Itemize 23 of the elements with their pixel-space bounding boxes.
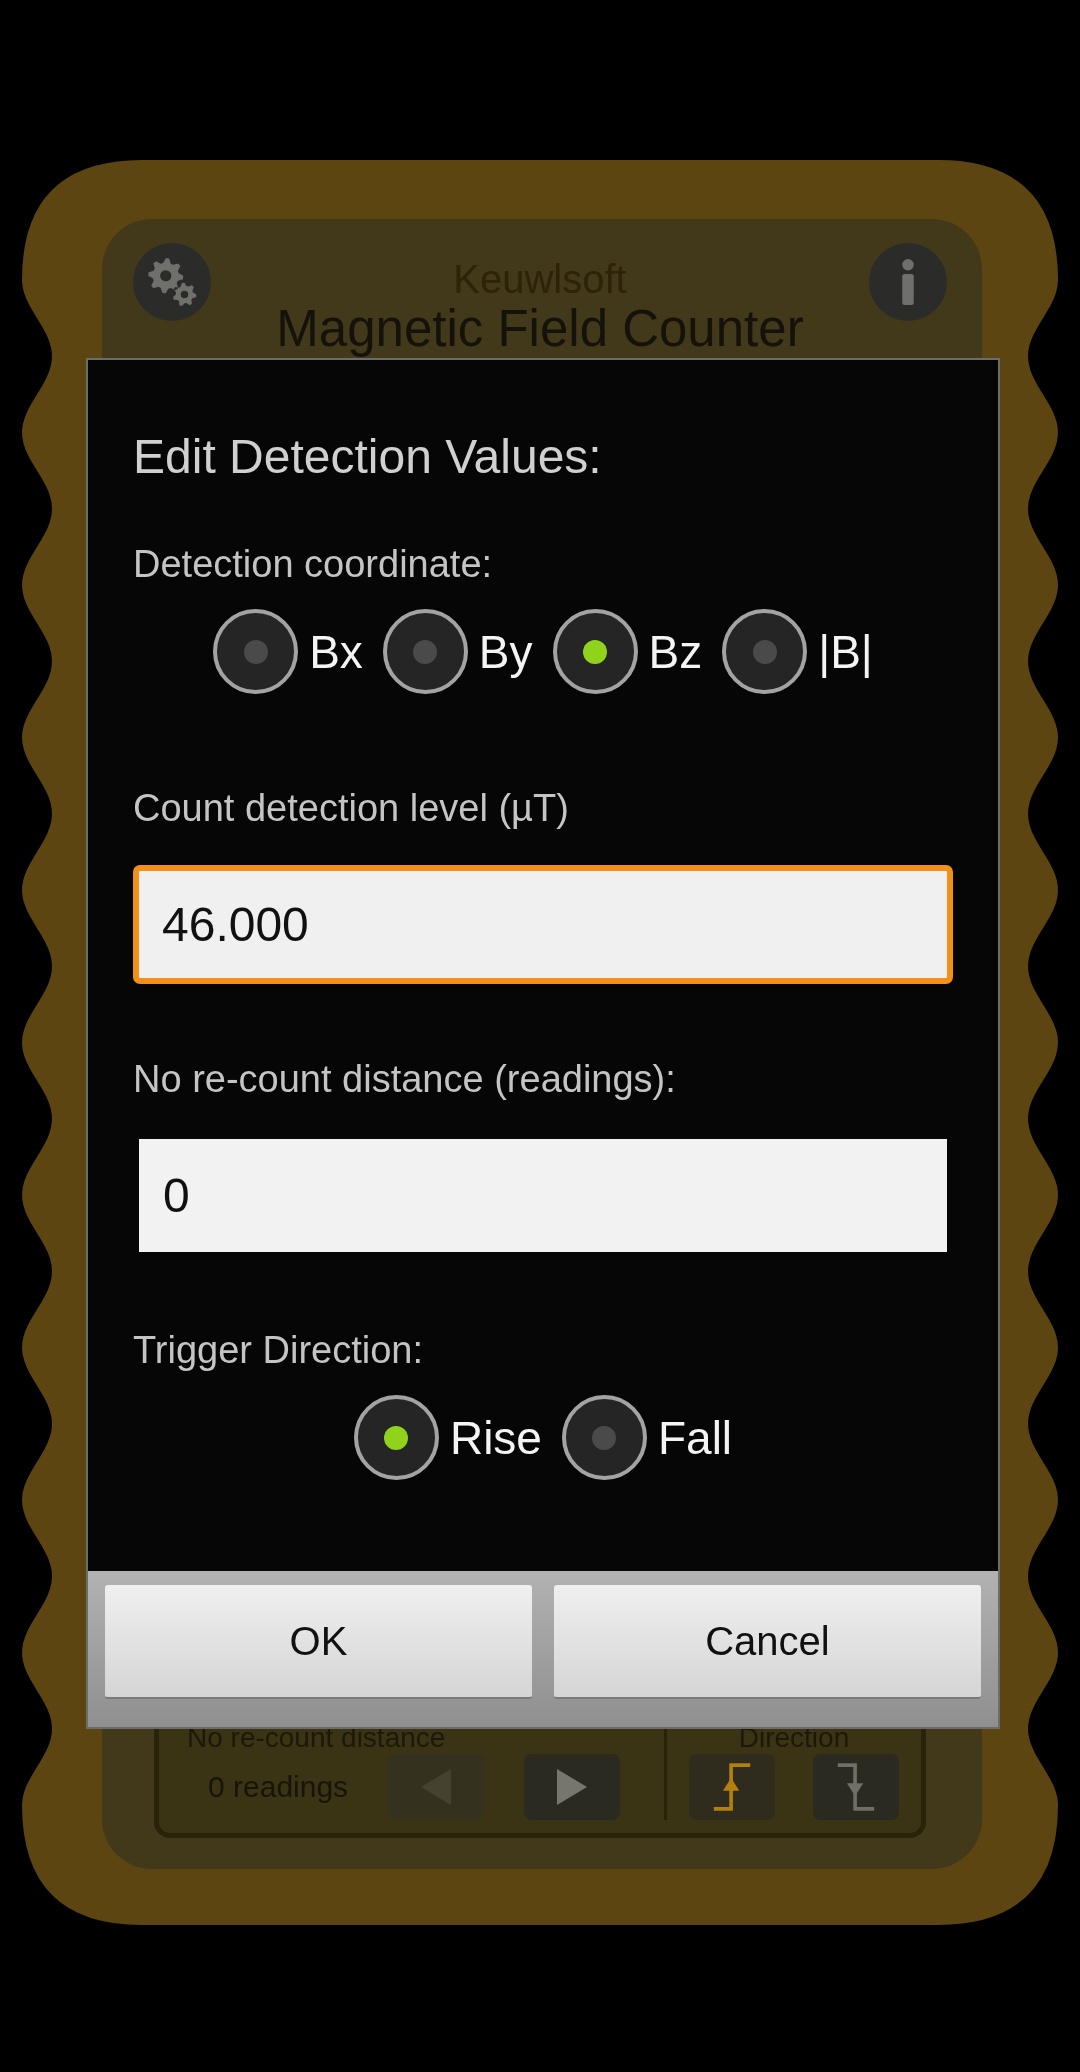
radio-label[interactable]: Bx [309, 624, 363, 679]
text-input[interactable]: 0 [139, 1139, 947, 1252]
text-input[interactable]: 46.000 [133, 865, 953, 984]
falling-edge-icon [836, 1763, 876, 1811]
dialog-title: Edit Detection Values: [133, 429, 603, 485]
gear-icon [147, 257, 197, 307]
rising-edge-icon [712, 1763, 752, 1811]
radio-label[interactable]: By [478, 624, 533, 679]
field-label: Detection coordinate: [133, 542, 493, 587]
field-label: Trigger Direction: [133, 1328, 423, 1373]
dialog-button[interactable]: OK [105, 1585, 532, 1699]
radio-label[interactable]: Rise [449, 1410, 542, 1465]
dialog-button[interactable]: Cancel [554, 1585, 981, 1699]
info-icon [901, 259, 915, 305]
field-label: Count detection level (µT) [133, 786, 569, 831]
rise-button[interactable] [689, 1754, 775, 1820]
field-label: No re-count distance (readings): [133, 1057, 676, 1102]
next-button[interactable] [524, 1754, 621, 1820]
radio-label[interactable]: Bz [648, 624, 703, 679]
radio-label[interactable]: |B| [818, 624, 873, 679]
right-arrow-icon [557, 1769, 588, 1805]
radio-label[interactable]: Fall [657, 1410, 733, 1465]
fall-button[interactable] [813, 1754, 899, 1820]
